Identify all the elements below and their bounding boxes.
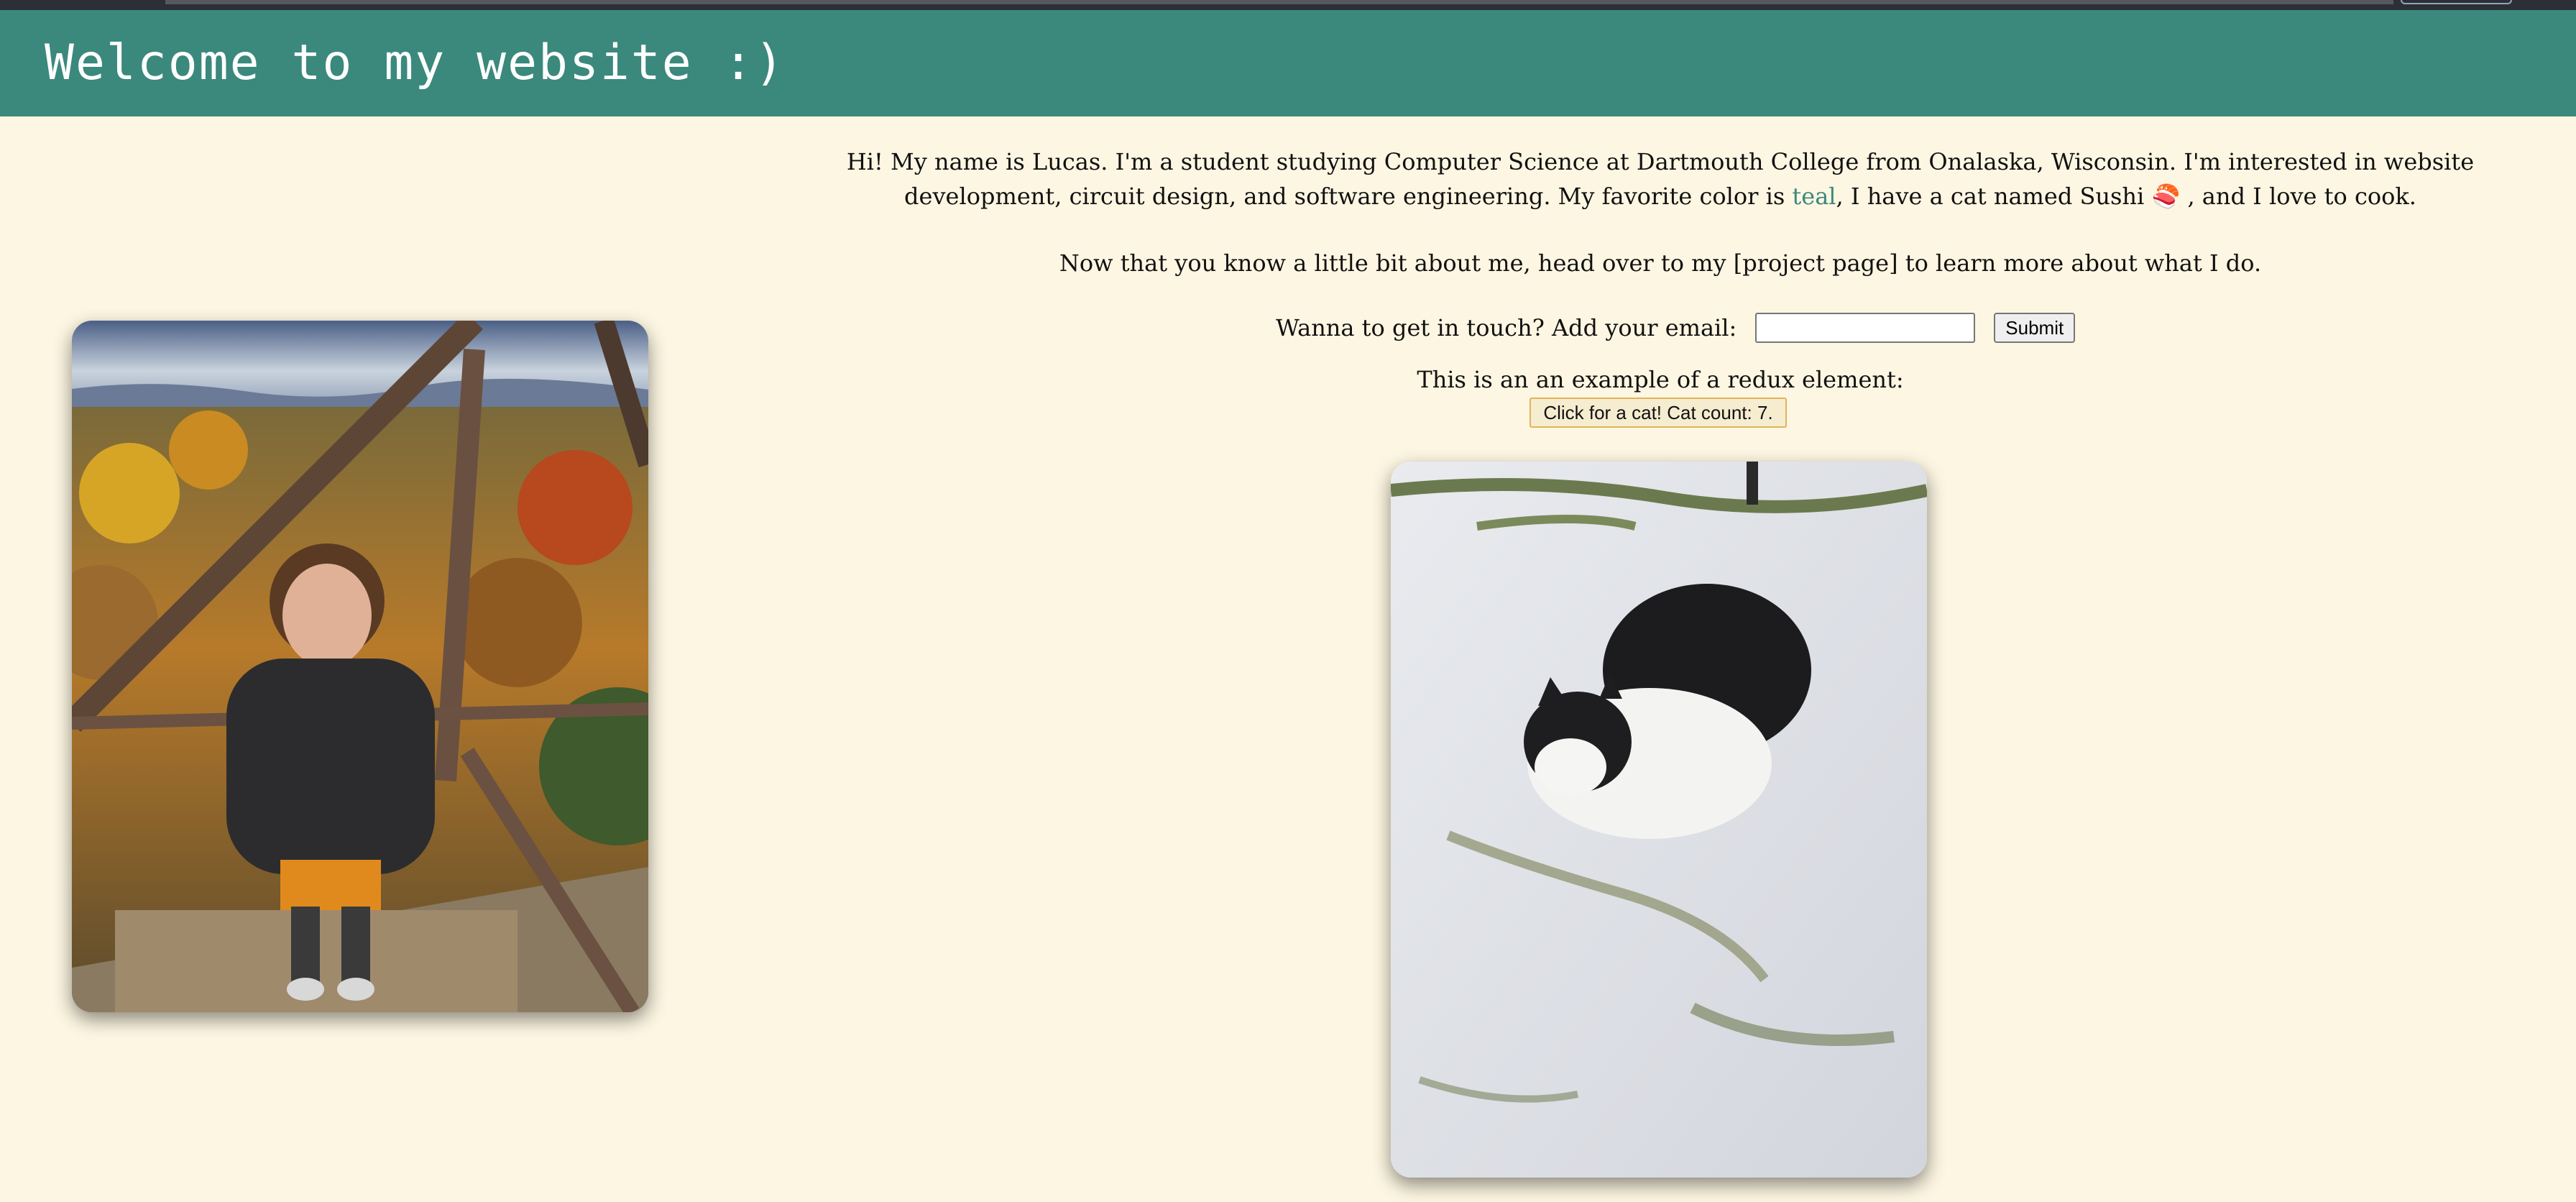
intro-text-3: , and I love to cook. — [2180, 183, 2416, 210]
site-header: Welcome to my website :) — [0, 10, 2576, 116]
project-page-link[interactable]: [project page] — [1734, 249, 1898, 277]
portrait-photo — [72, 321, 648, 1012]
project-page-paragraph: Now that you know a little bit about me,… — [791, 246, 2530, 280]
portrait-image — [72, 321, 648, 1012]
browser-tab-pill[interactable] — [2401, 0, 2512, 4]
browser-top-strip — [0, 0, 2576, 10]
favorite-color-word: teal — [1792, 183, 1836, 210]
intro-text-2: , I have a cat named Sushi — [1836, 183, 2152, 210]
cat-count-button[interactable]: Click for a cat! Cat count: 7. — [1530, 398, 1787, 428]
page-title: Welcome to my website :) — [45, 35, 786, 91]
project-text-before: Now that you know a little bit about me,… — [1059, 249, 1734, 277]
intro-paragraph: Hi! My name is Lucas. I'm a student stud… — [791, 144, 2530, 214]
cat-photo — [1391, 462, 1927, 1178]
contact-form: Wanna to get in touch? Add your email: S… — [1276, 311, 2076, 345]
submit-button[interactable]: Submit — [1994, 313, 2076, 343]
cat-image — [1391, 462, 1927, 1178]
browser-tab-bar — [165, 0, 2393, 4]
sushi-icon: 🍣 — [2151, 183, 2181, 210]
project-text-after: to learn more about what I do. — [1898, 249, 2262, 277]
redux-label: This is an an example of a redux element… — [1417, 366, 1904, 393]
email-label: Wanna to get in touch? Add your email: — [1276, 314, 1737, 341]
email-field[interactable] — [1755, 313, 1976, 343]
